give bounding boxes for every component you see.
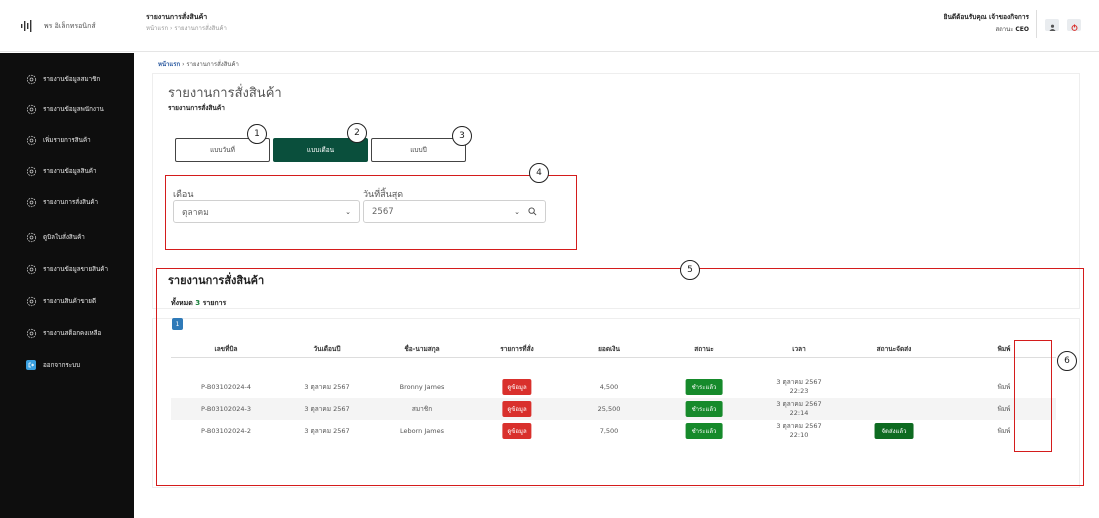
annotation-number: 3: [452, 126, 472, 146]
user-status: สถานะ CEO: [995, 24, 1029, 34]
header-title: รายงานการสั่งสินค้า: [146, 13, 208, 21]
power-icon: [1071, 16, 1078, 35]
sidebar-item-order-report[interactable]: รายงานการสั่งสินค้า: [26, 196, 98, 208]
sidebar-item-product-report[interactable]: รายงานข้อมูลสินค้า: [26, 165, 97, 177]
main-content: หน้าแรก › รายงานการสั่งสินค้า รายงานการส…: [134, 53, 1099, 518]
settings-cog-icon: [26, 264, 37, 275]
breadcrumb: หน้าแรก › รายงานการสั่งสินค้า: [158, 61, 239, 68]
sidebar-item-stock-report[interactable]: รายงานสต็อกคงเหลือ: [26, 327, 101, 339]
sidebar-item-label: รายงานสินค้าขายดี: [43, 298, 97, 305]
annotation-box-filter: [165, 175, 577, 250]
waveform-logo-icon: [20, 19, 34, 33]
sidebar-item-logout[interactable]: ออกจากระบบ: [26, 359, 80, 371]
annotation-box-print: [1014, 340, 1052, 452]
sidebar-item-label: รายงานข้อมูลสินค้า: [43, 168, 97, 175]
settings-cog-icon: [26, 328, 37, 339]
top-bar: พร อิเล็กทรอนิกส์ รายงานการสั่งสินค้า หน…: [0, 0, 1099, 52]
page-title: รายงานการสั่งสินค้า: [168, 86, 282, 101]
page-subtitle: รายงานการสั่งสินค้า: [168, 104, 225, 112]
breadcrumb-home-link[interactable]: หน้าแรก: [158, 61, 180, 68]
status-label: สถานะ: [995, 26, 1014, 33]
sidebar-item-label: รายงานสต็อกคงเหลือ: [43, 330, 102, 337]
settings-cog-icon: [26, 296, 37, 307]
annotation-number: 6: [1057, 351, 1077, 371]
annotation-number: 2: [347, 123, 367, 143]
settings-cog-icon: [26, 232, 37, 243]
welcome-text: ยินดีต้อนรับคุณ เจ้าของกิจการ: [943, 13, 1029, 21]
sidebar-item-add-product[interactable]: เพิ่มรายการสินค้า: [26, 134, 91, 146]
sidebar-item-label: ดูบิลใบสั่งสินค้า: [43, 234, 85, 241]
logout-icon: [26, 360, 36, 370]
sidebar-item-employee-report[interactable]: รายงานข้อมูลพนักงาน: [26, 103, 104, 115]
sidebar-item-view-bills[interactable]: ดูบิลใบสั่งสินค้า: [26, 231, 85, 243]
user-profile-button[interactable]: [1045, 19, 1059, 31]
status-value: CEO: [1015, 26, 1029, 33]
sidebar-item-label: เพิ่มรายการสินค้า: [43, 137, 91, 144]
brand[interactable]: พร อิเล็กทรอนิกส์: [0, 0, 120, 52]
power-button[interactable]: [1067, 19, 1081, 31]
sidebar: รายงานข้อมูลสมาชิก รายงานข้อมูลพนักงาน เ…: [0, 53, 134, 518]
mode-yearly-button[interactable]: แบบปี: [371, 138, 466, 162]
header-divider: [1036, 10, 1037, 38]
breadcrumb-current: รายงานการสั่งสินค้า: [186, 61, 239, 68]
sidebar-item-label: รายงานข้อมูลพนักงาน: [43, 106, 104, 113]
sidebar-item-label: รายงานข้อมูลสมาชิก: [43, 76, 101, 83]
settings-cog-icon: [26, 135, 37, 146]
annotation-box-report: [156, 268, 1084, 486]
sidebar-item-member-report[interactable]: รายงานข้อมูลสมาชิก: [26, 73, 100, 85]
settings-cog-icon: [26, 104, 37, 115]
header-subtitle: หน้าแรก › รายงานการสั่งสินค้า: [146, 25, 227, 32]
sidebar-item-sales-report[interactable]: รายงานข้อมูลขายสินค้า: [26, 263, 108, 275]
settings-cog-icon: [26, 74, 37, 85]
annotation-number: 1: [247, 124, 267, 144]
sidebar-item-bestseller-report[interactable]: รายงานสินค้าขายดี: [26, 295, 96, 307]
annotation-number: 5: [680, 260, 700, 280]
annotation-number: 4: [529, 163, 549, 183]
sidebar-item-label: รายงานการสั่งสินค้า: [43, 199, 99, 206]
brand-name: พร อิเล็กทรอนิกส์: [44, 21, 96, 30]
settings-cog-icon: [26, 197, 37, 208]
sidebar-logout-label: ออกจากระบบ: [43, 362, 81, 369]
user-icon: [1048, 16, 1056, 35]
settings-cog-icon: [26, 166, 37, 177]
sidebar-item-label: รายงานข้อมูลขายสินค้า: [43, 266, 109, 273]
